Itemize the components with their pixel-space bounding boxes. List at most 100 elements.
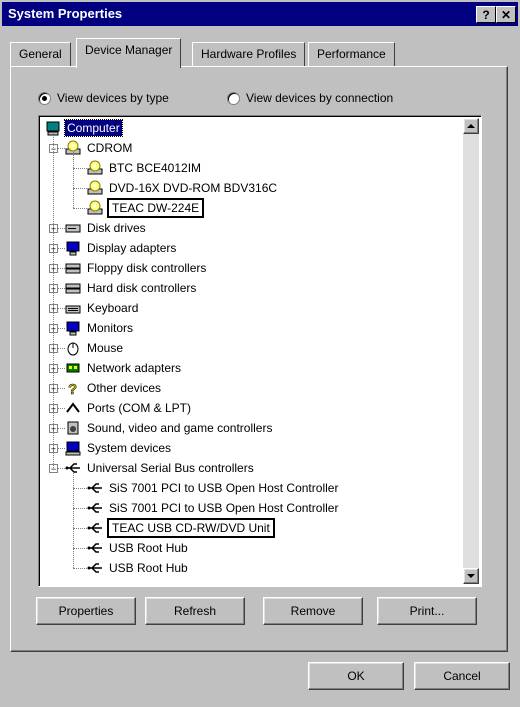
monitor-icon	[65, 240, 81, 256]
radio-circle	[227, 91, 240, 105]
tree-item[interactable]: Sound, video and game controllers	[65, 418, 274, 438]
tree-item[interactable]: Computer	[45, 118, 123, 138]
tree-item[interactable]: Hard disk controllers	[65, 278, 198, 298]
usb-icon	[87, 560, 103, 576]
tree-item-label: SiS 7001 PCI to USB Open Host Controller	[109, 501, 339, 515]
tree-item-label: Sound, video and game controllers	[87, 421, 273, 435]
svg-text:?: ?	[68, 381, 77, 396]
tree-item[interactable]: CDROM	[65, 138, 134, 158]
tree-connector	[73, 528, 87, 530]
tree-item[interactable]: SiS 7001 PCI to USB Open Host Controller	[87, 498, 340, 518]
refresh-button[interactable]: Refresh	[145, 597, 245, 625]
tree-item-label: Keyboard	[87, 301, 139, 315]
tree-item-label: Mouse	[87, 341, 124, 355]
tree-item-label: CDROM	[87, 141, 133, 155]
tree-item-label: Other devices	[87, 381, 162, 395]
tab-device-manager[interactable]: Device Manager	[76, 38, 182, 68]
tree-item-label: Monitors	[87, 321, 134, 335]
tree-connector	[53, 132, 55, 468]
tree-item-label: Network adapters	[87, 361, 182, 375]
tree-item[interactable]: Floppy disk controllers	[65, 258, 208, 278]
tree-item[interactable]: USB Root Hub	[87, 538, 190, 558]
scroll-down-button[interactable]	[463, 568, 479, 584]
mouse-icon	[65, 340, 81, 356]
tree-connector	[73, 488, 87, 490]
question-icon: ?	[65, 380, 81, 399]
tree-item[interactable]: Network adapters	[65, 358, 183, 378]
keyboard-icon	[65, 300, 81, 316]
view-by-type-radio[interactable]: View devices by type	[38, 91, 169, 105]
arrow-down-icon	[467, 574, 475, 578]
view-by-type-label: View devices by type	[57, 91, 169, 105]
disk-drive-icon	[65, 220, 81, 236]
tree-connector	[73, 548, 87, 550]
tab-general[interactable]: General	[10, 42, 71, 66]
tree-item-label: TEAC USB CD-RW/DVD Unit	[107, 518, 275, 538]
tree-item[interactable]: TEAC USB CD-RW/DVD Unit	[87, 518, 275, 538]
cdrom-icon	[87, 200, 103, 216]
tree-item-label: Floppy disk controllers	[87, 261, 207, 275]
tree-item[interactable]: SiS 7001 PCI to USB Open Host Controller	[87, 478, 340, 498]
tree-item[interactable]: DVD-16X DVD-ROM BDV316C	[87, 178, 279, 198]
tree-item-label: System devices	[87, 441, 172, 455]
tab-hardware-profiles[interactable]: Hardware Profiles	[192, 42, 306, 66]
radio-circle-selected	[38, 91, 51, 105]
view-by-connection-label: View devices by connection	[246, 91, 394, 105]
tree-item[interactable]: Ports (COM & LPT)	[65, 398, 193, 418]
sound-icon	[65, 420, 81, 436]
tree-item-label: Computer	[64, 119, 123, 137]
tree-item[interactable]: Display adapters	[65, 238, 178, 258]
title-bar[interactable]: System Properties ? ✕	[2, 2, 518, 26]
tree-item-label: Ports (COM & LPT)	[87, 401, 192, 415]
tree-connector	[73, 152, 75, 208]
tree-item-label: DVD-16X DVD-ROM BDV316C	[109, 181, 278, 195]
usb-icon	[87, 480, 103, 496]
ok-button[interactable]: OK	[308, 662, 404, 690]
tree-item[interactable]: System devices	[65, 438, 173, 458]
usb-icon	[87, 520, 103, 536]
cancel-button[interactable]: Cancel	[414, 662, 510, 690]
properties-button[interactable]: Properties	[36, 597, 136, 625]
usb-icon	[87, 540, 103, 556]
vertical-scrollbar[interactable]	[463, 118, 479, 584]
tree-item[interactable]: Monitors	[65, 318, 135, 338]
usb-icon	[87, 500, 103, 516]
remove-button[interactable]: Remove	[263, 597, 363, 625]
print-button[interactable]: Print...	[377, 597, 477, 625]
window-title: System Properties	[8, 6, 123, 21]
device-tree[interactable]: Computer CDROM − BTC BCE4012IM DVD-16X DVD-R…	[38, 115, 482, 587]
network-icon	[65, 360, 81, 376]
device-manager-panel: View devices by type View devices by con…	[10, 66, 508, 652]
scroll-up-button[interactable]	[463, 118, 479, 134]
arrow-up-icon	[467, 124, 475, 128]
tree-item-label: Universal Serial Bus controllers	[87, 461, 254, 475]
system-icon	[65, 440, 81, 456]
cdrom-icon	[87, 180, 103, 196]
tree-item-label: Display adapters	[87, 241, 177, 255]
tree-item[interactable]: Disk drives	[65, 218, 148, 238]
port-icon	[65, 400, 81, 416]
tree-item-label: BTC BCE4012IM	[109, 161, 202, 175]
tree-item[interactable]: USB Root Hub	[87, 558, 190, 578]
tree-connector	[73, 168, 87, 170]
controller-icon	[65, 280, 81, 296]
tree-item[interactable]: Mouse	[65, 338, 125, 358]
tree-item-label: Hard disk controllers	[87, 281, 197, 295]
tree-item-label: Disk drives	[87, 221, 146, 235]
view-by-connection-radio[interactable]: View devices by connection	[227, 91, 393, 105]
system-properties-window: System Properties ? ✕ General Device Man…	[0, 0, 520, 707]
tree-item-label: TEAC DW-224E	[107, 198, 205, 218]
controller-icon	[65, 260, 81, 276]
tree-connector	[73, 568, 87, 570]
tree-connector	[73, 208, 87, 210]
close-button[interactable]: ✕	[496, 6, 516, 23]
help-button[interactable]: ?	[476, 6, 496, 23]
tree-connector	[73, 508, 87, 510]
tree-item[interactable]: Universal Serial Bus controllers	[65, 458, 256, 478]
tree-item[interactable]: TEAC DW-224E	[87, 198, 205, 218]
tab-performance[interactable]: Performance	[308, 42, 395, 66]
tree-item[interactable]: ? Other devices	[65, 378, 163, 399]
tree-item[interactable]: Keyboard	[65, 298, 140, 318]
tree-connector	[73, 472, 75, 568]
tree-item[interactable]: BTC BCE4012IM	[87, 158, 203, 178]
